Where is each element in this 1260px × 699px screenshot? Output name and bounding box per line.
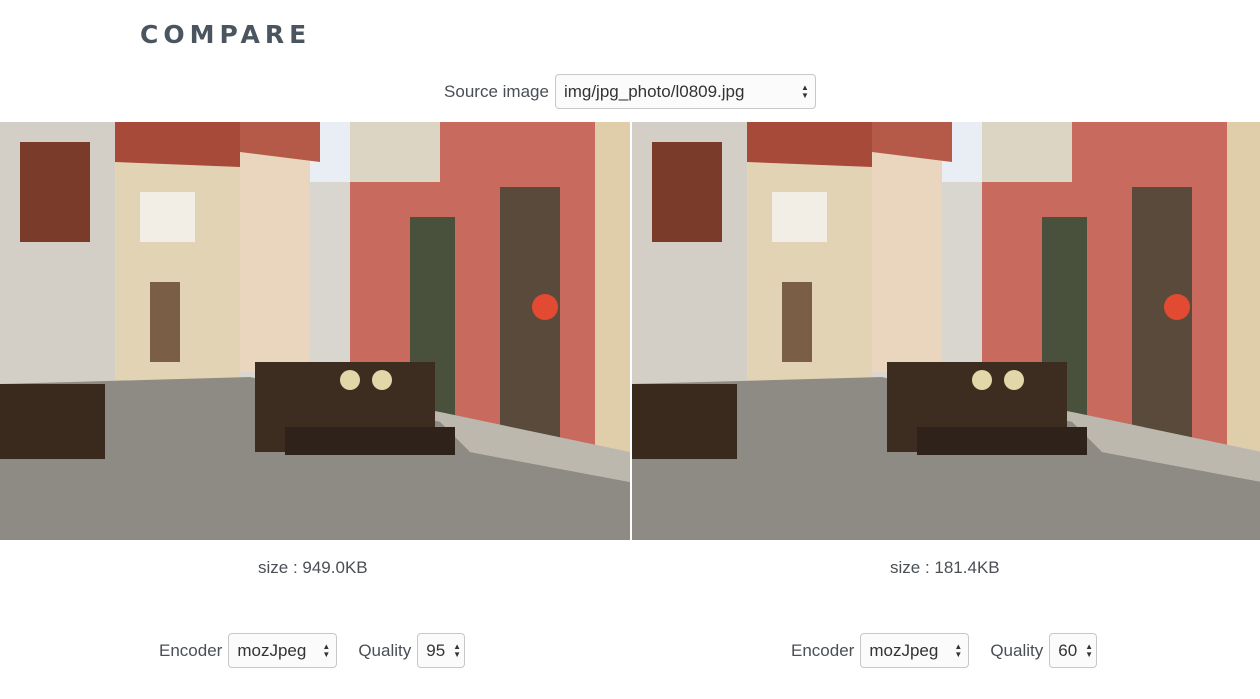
encoder-value: mozJpeg <box>237 640 307 660</box>
encoder-label: Encoder <box>159 640 223 660</box>
updown-arrows-icon: ▲ ▼ <box>453 641 462 659</box>
quality-select-left[interactable]: 95 ▲ ▼ <box>417 633 466 668</box>
encoder-label: Encoder <box>791 640 855 660</box>
file-size-right: size : 181.4KB <box>890 558 1000 577</box>
updown-arrows-icon: ▲ ▼ <box>801 82 809 100</box>
quality-value: 60 <box>1058 640 1078 660</box>
encoder-controls-right: Encoder mozJpeg ▲ ▼ Quality 60 ▲ ▼ <box>791 633 1098 668</box>
updown-arrows-icon: ▲ ▼ <box>322 641 331 659</box>
encoder-select-right[interactable]: mozJpeg ▲ ▼ <box>860 633 970 668</box>
quality-select-right[interactable]: 60 ▲ ▼ <box>1049 633 1098 668</box>
quality-label: Quality <box>358 640 412 660</box>
quality-value: 95 <box>426 640 446 660</box>
source-image-value: img/jpg_photo/l0809.jpg <box>563 81 745 101</box>
updown-arrows-icon: ▲ ▼ <box>954 641 963 659</box>
encoder-controls-left: Encoder mozJpeg ▲ ▼ Quality 95 ▲ ▼ <box>159 633 466 668</box>
updown-arrows-icon: ▲ ▼ <box>1085 641 1094 659</box>
source-image-label: Source image <box>444 81 549 101</box>
encoder-value: mozJpeg <box>869 640 939 660</box>
compare-image-right <box>632 122 1260 540</box>
encoder-select-left[interactable]: mozJpeg ▲ ▼ <box>228 633 338 668</box>
source-image-row: Source image img/jpg_photo/l0809.jpg ▲ ▼ <box>0 74 1260 109</box>
quality-label: Quality <box>990 640 1044 660</box>
file-size-left: size : 949.0KB <box>258 558 368 577</box>
page-title: COMPARE <box>140 20 312 49</box>
compare-image-left <box>0 122 630 540</box>
source-image-select[interactable]: img/jpg_photo/l0809.jpg ▲ ▼ <box>554 74 816 109</box>
